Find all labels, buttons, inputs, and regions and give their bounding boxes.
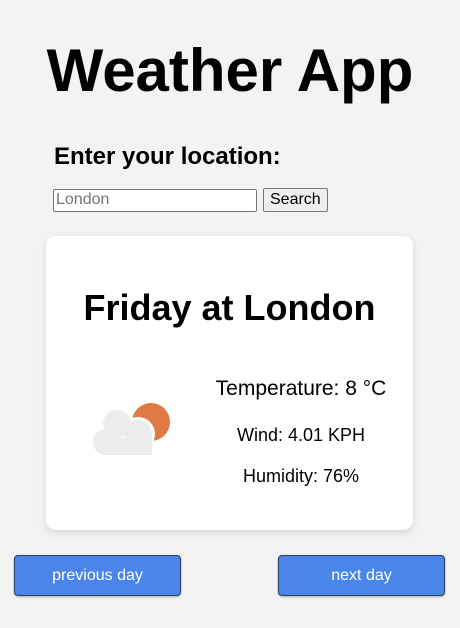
- location-input[interactable]: [53, 188, 257, 212]
- app-title: Weather App: [46, 37, 414, 104]
- search-button[interactable]: Search: [263, 188, 328, 212]
- forecast-title: Friday at London: [83, 287, 376, 328]
- partly-cloudy-icon: [90, 403, 170, 458]
- next-day-button[interactable]: next day: [278, 555, 445, 596]
- temperature-text: Temperature: 8 °C: [215, 377, 387, 400]
- previous-day-button[interactable]: previous day: [14, 555, 181, 596]
- humidity-text: Humidity: 76%: [242, 466, 360, 486]
- wind-text: Wind: 4.01 KPH: [236, 425, 366, 445]
- location-label: Enter your location:: [54, 143, 281, 170]
- search-bar: Search: [53, 188, 328, 212]
- weather-card: Friday at London Temperature: 8 °C Wind:…: [46, 236, 413, 530]
